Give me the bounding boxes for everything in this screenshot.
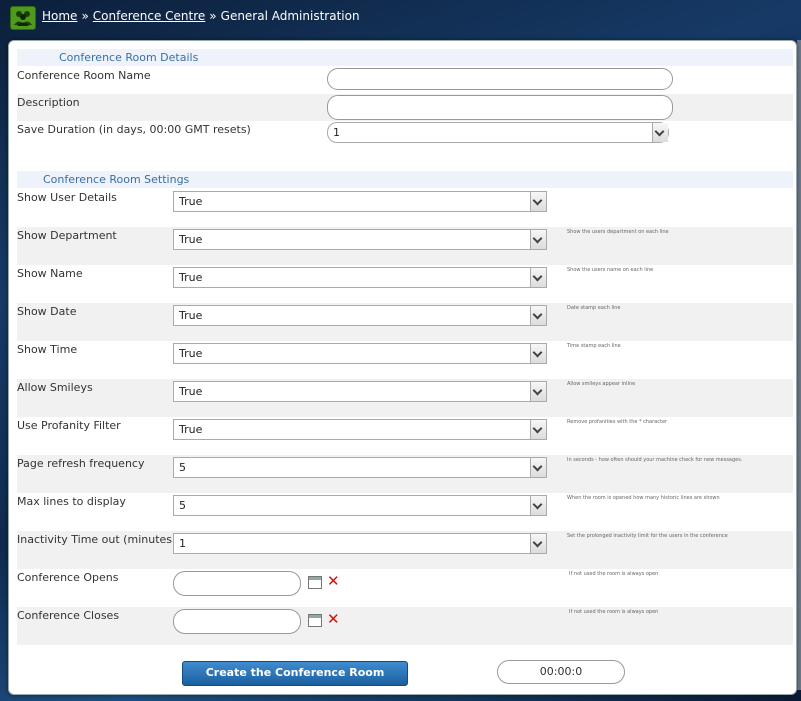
setting-value: 5 [179,461,186,474]
save-duration-label: Save Duration (in days, 00:00 GMT resets… [17,123,251,136]
setting-hint: Show the users department on each line [567,229,669,235]
room-name-input[interactable] [327,68,673,90]
save-duration-select[interactable]: 1 [327,122,669,143]
description-label: Description [17,96,80,109]
setting-row-inactivity-timeout: Inactivity Time out (minutes) 1 Set the … [17,531,793,569]
chevron-down-icon[interactable] [530,534,546,553]
save-duration-value: 1 [333,126,340,139]
setting-hint: Remove profanities with the * character [567,419,668,425]
setting-hint: Date stamp each line [567,305,621,311]
setting-select[interactable]: True [173,305,547,326]
setting-row-show-date: Show Date True Date stamp each line [17,303,793,341]
setting-select[interactable]: True [173,267,547,288]
create-conference-room-button[interactable]: Create the Conference Room [182,661,408,686]
setting-label: Show Time [17,343,78,356]
setting-select[interactable]: 5 [173,495,547,516]
setting-value: True [179,233,203,246]
setting-label: Inactivity Time out (minutes) [17,533,177,546]
chevron-down-icon[interactable] [530,420,546,439]
setting-row-show-user-details: Show User Details True [17,189,793,227]
breadcrumb: Home» Conference Centre» General Administr… [42,9,360,23]
setting-select[interactable]: True [173,381,547,402]
conference-closes-label: Conference Closes [17,609,120,622]
breadcrumb-separator: » [209,9,217,23]
conference-opens-hint: If not used the room is always open [569,571,659,577]
people-group-icon[interactable] [10,6,36,30]
setting-row-show-time: Show Time True Time stamp each line [17,341,793,379]
room-name-label: Conference Room Name [17,69,151,82]
details-section-heading: Conference Room Details [17,49,793,66]
setting-row-profanity-filter: Use Profanity Filter True Remove profani… [17,417,793,455]
setting-select[interactable]: 1 [173,533,547,554]
setting-row-max-lines: Max lines to display 5 When the room is … [17,493,793,531]
room-name-row: Conference Room Name [17,67,793,94]
save-duration-row: Save Duration (in days, 00:00 GMT resets… [17,121,793,143]
setting-label: Allow Smileys [17,381,93,394]
setting-hint: When the room is opened how many histori… [567,495,720,501]
setting-label: Use Profanity Filter [17,419,121,432]
setting-label: Show User Details [17,191,117,204]
chevron-down-icon[interactable] [530,496,546,515]
setting-select[interactable]: True [173,419,547,440]
setting-value: 1 [179,537,186,550]
breadcrumb-separator: » [81,9,89,23]
setting-label: Show Name [17,267,83,280]
setting-hint: Time stamp each line [567,343,621,349]
setting-value: True [179,347,203,360]
chevron-down-icon[interactable] [530,458,546,477]
setting-value: True [179,309,203,322]
setting-row-show-name: Show Name True Show the users name on ea… [17,265,793,303]
conference-opens-label: Conference Opens [17,571,119,584]
chevron-down-icon[interactable] [530,344,546,363]
top-bar: Home» Conference Centre» General Administr… [0,0,801,36]
setting-value: True [179,195,203,208]
setting-label: Page refresh frequency [17,457,145,470]
setting-label: Max lines to display [17,495,126,508]
setting-hint: Set the prolonged inactivity limit for t… [567,533,728,539]
calendar-icon[interactable] [308,614,322,627]
setting-hint: Show the users name on each line [567,267,654,273]
chevron-down-icon[interactable] [530,306,546,325]
setting-value: True [179,423,203,436]
conference-opens-input[interactable] [173,571,301,596]
chevron-down-icon[interactable] [652,123,668,142]
setting-label: Show Department [17,229,117,242]
setting-value: 5 [179,499,186,512]
breadcrumb-conference-centre-link[interactable]: Conference Centre [93,9,206,23]
settings-heading-text: Conference Room Settings [43,173,190,186]
description-row: Description [17,94,793,121]
setting-value: True [179,271,203,284]
conference-opens-row: Conference Opens ✕ If not used the room … [17,569,793,607]
setting-value: True [179,385,203,398]
settings-section-heading: Conference Room Settings [17,171,793,188]
clear-x-icon[interactable]: ✕ [327,612,340,627]
setting-select[interactable]: 5 [173,457,547,478]
description-input[interactable] [327,95,673,120]
setting-row-allow-smileys: Allow Smileys True Allow smileys appear … [17,379,793,417]
main-panel: Conference Room Details Conference Room … [8,40,797,695]
setting-row-refresh-frequency: Page refresh frequency 5 In seconds - ho… [17,455,793,493]
page-scrollbar[interactable] [797,40,801,690]
chevron-down-icon[interactable] [530,230,546,249]
conference-closes-hint: If not used the room is always open [569,609,659,615]
setting-row-show-department: Show Department True Show the users depa… [17,227,793,265]
setting-label: Show Date [17,305,77,318]
details-heading-text: Conference Room Details [59,51,199,64]
setting-hint: In seconds - how often should your machi… [567,457,743,463]
timer-display: 00:00:0 [497,660,625,684]
chevron-down-icon[interactable] [530,192,546,211]
conference-closes-input[interactable] [173,609,301,634]
chevron-down-icon[interactable] [530,382,546,401]
setting-select[interactable]: True [173,343,547,364]
setting-hint: Allow smileys appear inline [567,381,636,387]
chevron-down-icon[interactable] [530,268,546,287]
clear-x-icon[interactable]: ✕ [327,574,340,589]
setting-select[interactable]: True [173,229,547,250]
conference-closes-row: Conference Closes ✕ If not used the room… [17,607,793,645]
breadcrumb-current: General Administration [220,9,360,23]
calendar-icon[interactable] [308,576,322,589]
breadcrumb-home-link[interactable]: Home [42,9,77,23]
setting-select[interactable]: True [173,191,547,212]
